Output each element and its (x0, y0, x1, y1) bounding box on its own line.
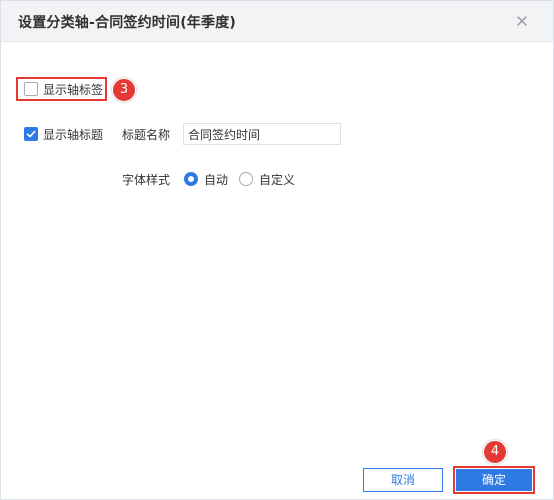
font-style-custom-radio[interactable] (239, 172, 253, 186)
show-axis-label-text[interactable]: 显示轴标签 (43, 81, 103, 98)
step-badge-3: 3 (112, 78, 136, 102)
dialog-titlebar: 设置分类轴-合同签约时间(年季度) (1, 1, 553, 42)
font-style-auto-radio[interactable] (184, 172, 198, 186)
cancel-button[interactable]: 取消 (363, 468, 443, 492)
ok-button[interactable]: 确定 (456, 469, 532, 491)
step-badge-4: 4 (483, 440, 507, 464)
font-style-custom-label[interactable]: 自定义 (259, 171, 295, 188)
close-icon[interactable] (513, 12, 531, 30)
dialog-title: 设置分类轴-合同签约时间(年季度) (18, 15, 237, 31)
checkmark-icon (26, 130, 36, 138)
font-style-label: 字体样式 (122, 173, 171, 187)
show-axis-label-checkbox[interactable] (24, 82, 38, 96)
show-axis-title-checkbox[interactable] (24, 127, 38, 141)
show-axis-title-text[interactable]: 显示轴标题 (43, 126, 103, 143)
axis-settings-dialog: 设置分类轴-合同签约时间(年季度) 显示轴标签 3 显示轴标题 标题名称 字体样… (0, 0, 554, 500)
font-style-auto-label[interactable]: 自动 (204, 171, 228, 188)
title-name-label: 标题名称 (122, 128, 171, 142)
title-name-input[interactable] (183, 123, 341, 145)
